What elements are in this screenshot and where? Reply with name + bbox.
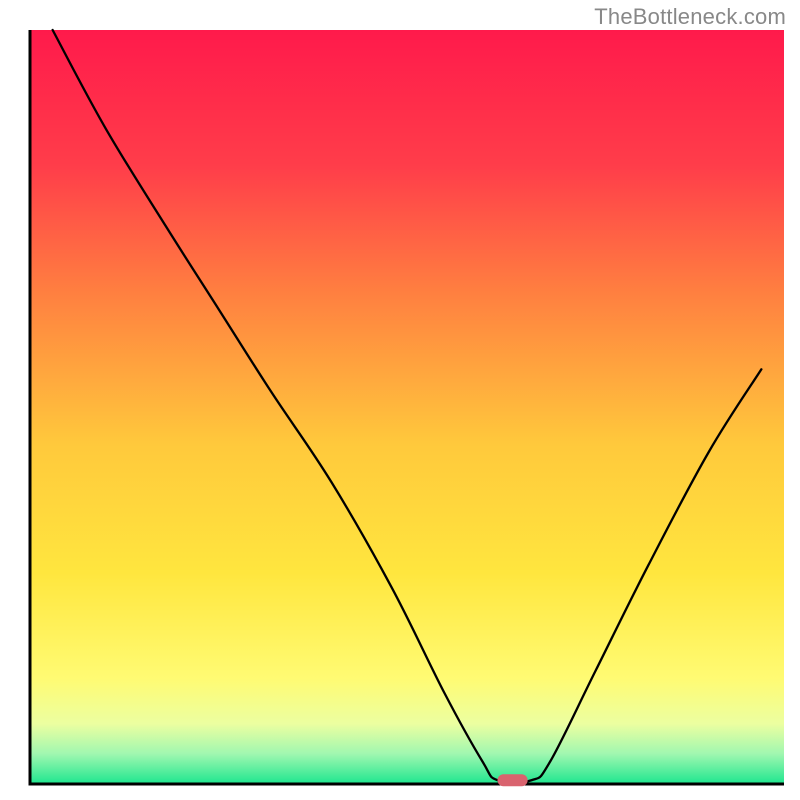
watermark-label: TheBottleneck.com: [594, 4, 786, 30]
optimum-marker: [497, 774, 527, 786]
chart-container: TheBottleneck.com: [0, 0, 800, 800]
chart-background: [30, 30, 784, 784]
bottleneck-chart: [0, 0, 800, 800]
